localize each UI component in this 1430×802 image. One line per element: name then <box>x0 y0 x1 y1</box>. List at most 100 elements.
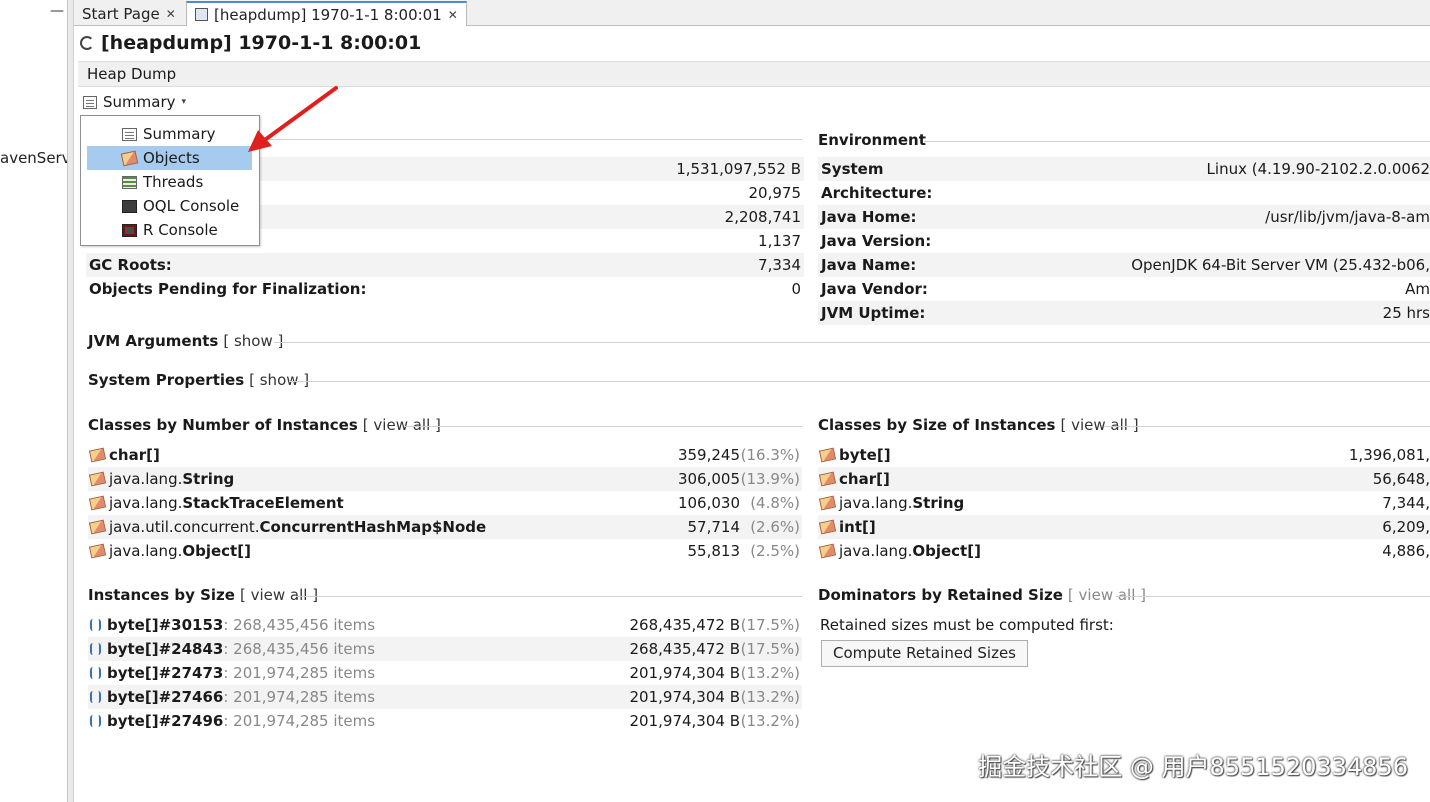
class-row[interactable]: char[] 359,245 (16.3%) <box>88 443 802 467</box>
gc-roots-label: GC Roots: <box>89 256 172 274</box>
environment-value: Linux (4.19.90-2102.2.0.0062 <box>1206 160 1430 178</box>
instance-size: 268,435,472 B <box>629 616 741 634</box>
instance-percent: (17.5%) <box>740 640 800 658</box>
page-title: [heapdump] 1970-1-1 8:00:01 <box>80 32 421 54</box>
class-package: java.util.concurrent. <box>109 518 260 536</box>
class-label: java.util.concurrent.ConcurrentHashMap$N… <box>109 515 486 539</box>
gc-roots-value: 7,334 <box>758 256 801 274</box>
total-bytes-value: 1,531,097,552 B <box>676 160 801 178</box>
loading-spinner-icon <box>80 36 94 50</box>
instance-icon <box>90 691 101 703</box>
close-icon[interactable]: ✕ <box>448 8 458 22</box>
instance-items: : 201,974,285 items <box>223 688 376 706</box>
class-package: java.lang. <box>109 470 183 488</box>
menu-item-oql-console[interactable]: OQL Console <box>87 194 252 218</box>
class-simple-name: ConcurrentHashMap$Node <box>259 518 487 536</box>
class-row[interactable]: java.lang.StackTraceElement 106,030 (4.8%) <box>88 491 802 515</box>
class-row[interactable]: java.lang.String 7,344, <box>818 491 1430 515</box>
class-label: char[] <box>109 443 160 467</box>
instance-percent: (13.2%) <box>740 712 800 730</box>
menu-item-threads[interactable]: Threads <box>87 170 252 194</box>
navigator-node[interactable]: avenServ <box>0 149 67 167</box>
instance-icon <box>90 643 101 655</box>
class-name: char[] <box>88 443 160 467</box>
section-rule <box>274 342 1430 343</box>
instance-icon <box>90 715 101 727</box>
classloaders-value: 1,137 <box>758 232 801 250</box>
heapdump-icon <box>195 8 208 21</box>
environment-row: Java Name: OpenJDK 64-Bit Server VM (25.4… <box>818 253 1430 277</box>
instance-percent: (4.8%) <box>750 494 800 512</box>
instance-name: byte[]#24843: 268,435,456 items <box>90 637 375 661</box>
instances-by-size-view-all-link[interactable]: [ view all ] <box>240 586 318 604</box>
dominators-label: Dominators by Retained Size <box>818 586 1063 604</box>
dominators-title: Dominators by Retained Size [ view all ] <box>818 586 1146 604</box>
class-icon <box>818 471 837 487</box>
instance-id: byte[]#27466 <box>107 688 224 706</box>
summary-icon <box>83 95 97 109</box>
class-simple-name: char[] <box>109 446 160 464</box>
instance-size: 201,974,304 B <box>629 712 741 730</box>
menu-item-objects[interactable]: Objects <box>87 146 252 170</box>
info-row-pending: Objects Pending for Finalization: 0 <box>86 277 804 301</box>
menu-item-r-console[interactable]: R Console <box>87 218 252 242</box>
class-label: java.lang.String <box>109 467 234 491</box>
system-properties-show-link[interactable]: [ show ] <box>249 371 309 389</box>
tab-label: [heapdump] 1970-1-1 8:00:01 <box>214 5 442 24</box>
compute-retained-sizes-button[interactable]: Compute Retained Sizes <box>821 640 1028 667</box>
instance-row[interactable]: byte[]#30153: 268,435,456 items 268,435,4… <box>88 613 802 637</box>
class-name: java.lang.StackTraceElement <box>88 491 344 515</box>
instance-row[interactable]: byte[]#27496: 201,974,285 items 201,974,3… <box>88 709 802 733</box>
menu-item-summary[interactable]: Summary <box>87 122 252 146</box>
instance-label: byte[]#27496: 201,974,285 items <box>107 709 375 733</box>
environment-title: Environment <box>818 131 926 149</box>
instance-label: byte[]#27466: 201,974,285 items <box>107 685 375 709</box>
view-selector[interactable]: Summary ▾ <box>83 91 186 113</box>
environment-value: 25 hrs <box>1382 304 1430 322</box>
instance-items: : 268,435,456 items <box>223 616 376 634</box>
class-row[interactable]: java.lang.Object[] 55,813 (2.5%) <box>88 539 802 563</box>
instance-row[interactable]: byte[]#27466: 201,974,285 items 201,974,3… <box>88 685 802 709</box>
class-row[interactable]: byte[] 1,396,081, <box>818 443 1430 467</box>
environment-key: Java Vendor: <box>821 280 928 298</box>
system-properties-label: System Properties <box>88 371 245 389</box>
menu-item-label: OQL Console <box>143 197 240 215</box>
class-package: java.lang. <box>839 542 913 560</box>
instance-label: byte[]#24843: 268,435,456 items <box>107 637 375 661</box>
class-simple-name: byte[] <box>839 446 891 464</box>
class-row[interactable]: java.util.concurrent.ConcurrentHashMap$N… <box>88 515 802 539</box>
instance-count: 359,245 <box>677 446 740 464</box>
class-name: java.lang.String <box>818 491 964 515</box>
environment-key: System <box>821 160 884 178</box>
tab-heapdump[interactable]: [heapdump] 1970-1-1 8:00:01 ✕ <box>186 1 467 26</box>
menu-item-label: Objects <box>143 149 200 167</box>
summary-icon <box>122 127 137 141</box>
system-properties-title: System Properties [ show ] <box>88 371 309 389</box>
minimize-button[interactable]: — <box>50 3 64 19</box>
classes-by-size-view-all-link[interactable]: [ view all ] <box>1060 416 1138 434</box>
class-row[interactable]: java.lang.Object[] 4,886, <box>818 539 1430 563</box>
view-selector-label: Summary <box>103 93 176 111</box>
tab-bar: Start Page ✕ [heapdump] 1970-1-1 8:00:01… <box>74 0 1430 26</box>
classes-by-number-view-all-link[interactable]: [ view all ] <box>363 416 441 434</box>
instance-row[interactable]: byte[]#27473: 201,974,285 items 201,974,3… <box>88 661 802 685</box>
class-label: java.lang.Object[] <box>109 539 251 563</box>
class-size: 56,648, <box>1372 470 1430 488</box>
class-package: java.lang. <box>109 542 183 560</box>
instance-icon <box>90 619 101 631</box>
dominators-view-all-link[interactable]: [ view all ] <box>1068 586 1146 604</box>
instance-row[interactable]: byte[]#24843: 268,435,456 items 268,435,4… <box>88 637 802 661</box>
class-row[interactable]: java.lang.String 306,005 (13.9%) <box>88 467 802 491</box>
jvm-arguments-show-link[interactable]: [ show ] <box>223 332 283 350</box>
class-size: 6,209, <box>1382 518 1430 536</box>
class-icon <box>818 519 837 535</box>
instance-percent: (13.2%) <box>740 688 800 706</box>
instance-percent: (13.9%) <box>740 470 800 488</box>
class-row[interactable]: int[] 6,209, <box>818 515 1430 539</box>
class-icon <box>88 519 107 535</box>
close-icon[interactable]: ✕ <box>166 7 176 21</box>
instances-by-size-label: Instances by Size <box>88 586 235 604</box>
class-row[interactable]: char[] 56,648, <box>818 467 1430 491</box>
instance-items: : 268,435,456 items <box>223 640 376 658</box>
tab-start-page[interactable]: Start Page ✕ <box>74 1 184 26</box>
